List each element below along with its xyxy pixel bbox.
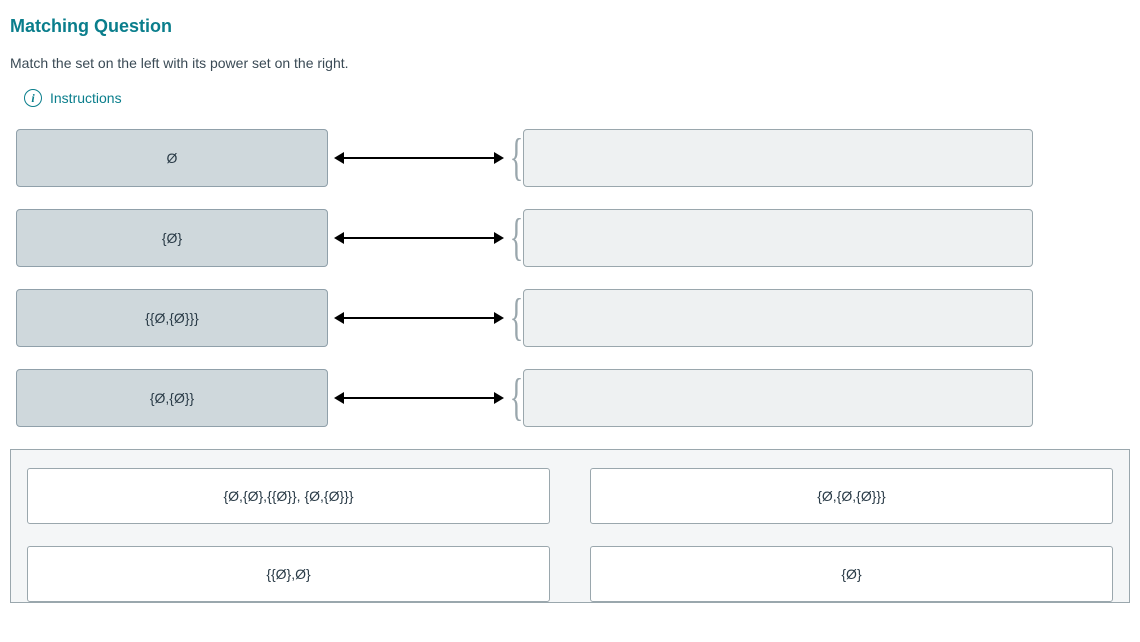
left-item[interactable]: {Ø}: [16, 209, 328, 267]
left-item[interactable]: {Ø,{Ø}}: [16, 369, 328, 427]
left-item[interactable]: {{Ø,{Ø}}}: [16, 289, 328, 347]
drop-target[interactable]: [523, 289, 1033, 347]
connector-arrow: [334, 148, 504, 168]
arrow-right-icon: [494, 232, 504, 244]
connector-arrow: [334, 308, 504, 328]
drop-target[interactable]: [523, 369, 1033, 427]
answer-option[interactable]: {Ø}: [590, 546, 1113, 602]
drop-target[interactable]: [523, 209, 1033, 267]
connector-line: [344, 397, 494, 399]
match-row: Ø {: [16, 129, 1130, 187]
match-area: Ø { {Ø} { {{Ø,{Ø}}} { {Ø,{Ø}}: [16, 129, 1130, 427]
instructions-label: Instructions: [50, 90, 122, 106]
connector-arrow: [334, 388, 504, 408]
connector-line: [344, 157, 494, 159]
drop-target[interactable]: [523, 129, 1033, 187]
arrow-right-icon: [494, 392, 504, 404]
brace-icon: {: [510, 217, 524, 259]
connector-arrow: [334, 228, 504, 248]
connector-line: [344, 317, 494, 319]
brace-icon: {: [510, 297, 524, 339]
info-icon: i: [24, 89, 42, 107]
brace-icon: {: [510, 377, 524, 419]
answer-option[interactable]: {Ø,{Ø},{{Ø}}, {Ø,{Ø}}}: [27, 468, 550, 524]
arrow-left-icon: [334, 232, 344, 244]
match-row: {Ø} {: [16, 209, 1130, 267]
question-prompt: Match the set on the left with its power…: [10, 55, 1130, 71]
left-item[interactable]: Ø: [16, 129, 328, 187]
brace-icon: {: [510, 137, 524, 179]
arrow-right-icon: [494, 312, 504, 324]
match-row: {{Ø,{Ø}}} {: [16, 289, 1130, 347]
answers-tray: {Ø,{Ø},{{Ø}}, {Ø,{Ø}}} {Ø,{Ø,{Ø}}} {{Ø},…: [10, 449, 1130, 603]
answer-option[interactable]: {Ø,{Ø,{Ø}}}: [590, 468, 1113, 524]
match-row: {Ø,{Ø}} {: [16, 369, 1130, 427]
connector-line: [344, 237, 494, 239]
arrow-left-icon: [334, 312, 344, 324]
arrow-left-icon: [334, 152, 344, 164]
arrow-right-icon: [494, 152, 504, 164]
arrow-left-icon: [334, 392, 344, 404]
page-title: Matching Question: [10, 16, 1130, 37]
answer-option[interactable]: {{Ø},Ø}: [27, 546, 550, 602]
instructions-link[interactable]: i Instructions: [24, 89, 1130, 107]
